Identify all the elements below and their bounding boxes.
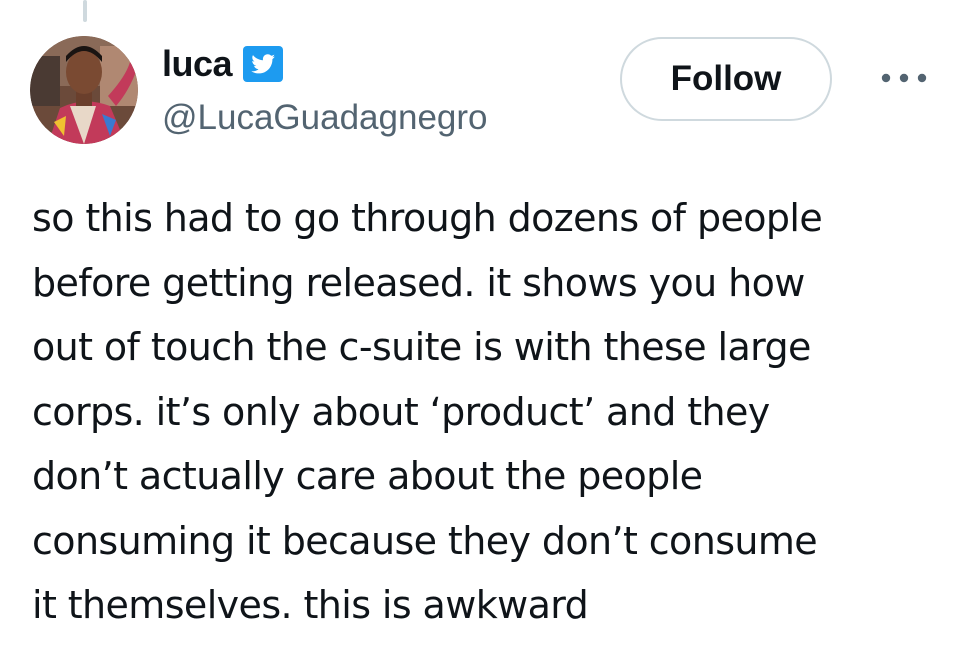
author-handle[interactable]: @LucaGuadagnegro [162,96,488,140]
tweet-text-line: consuming it because they don’t consume [32,518,818,563]
tweet-text-line: so this had to go through dozens of peop… [32,196,823,240]
follow-button[interactable]: Follow [620,37,832,121]
author-display-name[interactable]: luca [162,42,233,86]
tweet-text-line: corps. it’s only about ‘product’ and the… [32,389,770,434]
tweet-text-line: it themselves. this is awkward [32,583,589,627]
more-horizontal-icon [881,73,927,83]
more-options-button[interactable] [876,58,932,98]
tweet-text-line: out of touch the c-suite is with these l… [32,325,811,369]
avatar[interactable] [30,36,138,144]
tweet-text-line: before getting released. it shows you ho… [32,260,805,305]
tweet-text: so this had to go through dozens of peop… [32,186,937,638]
avatar-image [30,36,138,144]
tweet-text-line: don’t actually care about the people [32,454,703,498]
thread-connector-line [83,0,87,22]
author-name-row: luca [162,42,284,86]
verified-badge-icon [242,44,284,84]
